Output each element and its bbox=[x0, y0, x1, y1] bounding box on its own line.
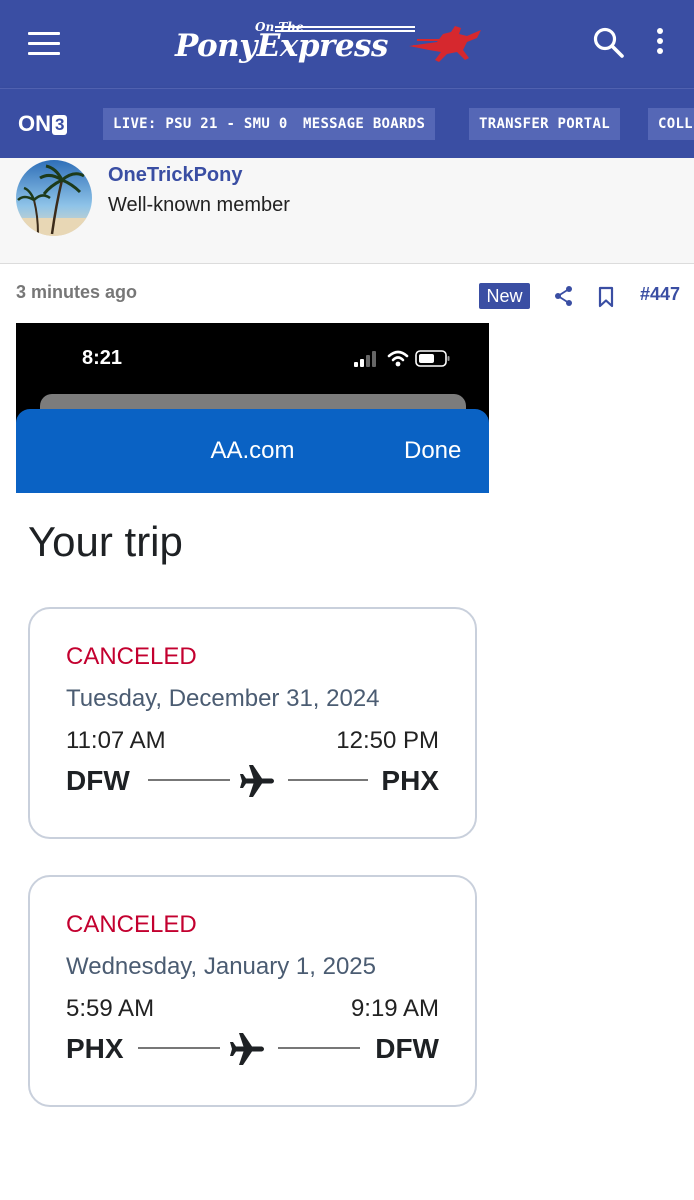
user-title: Well-known member bbox=[108, 194, 290, 216]
on3-logo-number: 3 bbox=[52, 115, 68, 135]
on3-logo[interactable]: ON 3 bbox=[18, 111, 68, 137]
flight-status: CANCELED bbox=[66, 643, 197, 670]
share-icon[interactable] bbox=[553, 285, 575, 307]
flight-date: Tuesday, December 31, 2024 bbox=[66, 685, 380, 712]
status-bar-icons bbox=[354, 349, 454, 374]
nav-item-transfer-portal[interactable]: TRANSFER PORTAL bbox=[469, 108, 620, 140]
bookmark-icon[interactable] bbox=[597, 286, 615, 308]
origin-airport: PHX bbox=[66, 1033, 124, 1064]
nav-item-message-boards[interactable]: MESSAGE BOARDS bbox=[293, 108, 436, 140]
browser-toolbar: AA.com Done bbox=[16, 409, 489, 493]
flight-date: Wednesday, January 1, 2025 bbox=[66, 953, 376, 980]
post-author-header: OneTrickPony Well-known member bbox=[0, 158, 694, 264]
on3-logo-text: ON bbox=[18, 111, 51, 136]
route-line bbox=[288, 779, 368, 781]
done-button[interactable]: Done bbox=[404, 437, 461, 465]
horse-rider-icon bbox=[409, 26, 481, 62]
nav-item-live-score[interactable]: LIVE: PSU 21 - SMU 0 bbox=[103, 108, 298, 140]
menu-icon[interactable] bbox=[28, 32, 60, 56]
new-badge: New bbox=[479, 283, 530, 309]
logo-main-text: PonyExpress bbox=[175, 28, 388, 64]
wifi-icon bbox=[387, 350, 409, 367]
post-timestamp[interactable]: 3 minutes ago bbox=[16, 282, 137, 303]
nav-item-coll[interactable]: COLL bbox=[648, 108, 694, 140]
destination-airport: DFW bbox=[375, 1033, 439, 1064]
route-line bbox=[148, 779, 230, 781]
post-number-link[interactable]: #447 bbox=[640, 284, 680, 305]
signal-icon bbox=[354, 351, 376, 367]
more-vertical-icon[interactable] bbox=[650, 28, 670, 60]
flight-card[interactable]: CANCELED Tuesday, December 31, 2024 11:0… bbox=[28, 607, 477, 839]
airplane-icon bbox=[230, 1033, 264, 1065]
flight-status: CANCELED bbox=[66, 911, 197, 938]
nav-bar: ON 3 LIVE: PSU 21 - SMU 0 MESSAGE BOARDS … bbox=[0, 88, 694, 158]
arrival-time: 9:19 AM bbox=[350, 995, 439, 1022]
arrival-time: 12:50 PM bbox=[336, 727, 439, 754]
site-header: On The PonyExpress bbox=[0, 0, 694, 88]
route-line bbox=[138, 1047, 220, 1049]
departure-time: 11:07 AM bbox=[66, 727, 166, 754]
embedded-screenshot-header: 8:21 AA.com Done bbox=[16, 323, 489, 493]
airplane-icon bbox=[240, 765, 274, 797]
username-link[interactable]: OneTrickPony bbox=[108, 164, 243, 187]
avatar[interactable] bbox=[16, 160, 92, 236]
flight-card[interactable]: CANCELED Wednesday, January 1, 2025 5:59… bbox=[28, 875, 477, 1107]
page-title: Your trip bbox=[28, 518, 183, 565]
site-logo[interactable]: On The PonyExpress bbox=[175, 14, 495, 74]
route-line bbox=[278, 1047, 360, 1049]
origin-airport: DFW bbox=[66, 765, 130, 796]
search-icon[interactable] bbox=[592, 26, 626, 60]
battery-icon bbox=[415, 350, 450, 367]
status-bar-time: 8:21 bbox=[82, 347, 123, 369]
departure-time: 5:59 AM bbox=[66, 995, 155, 1022]
destination-airport: PHX bbox=[381, 765, 439, 796]
